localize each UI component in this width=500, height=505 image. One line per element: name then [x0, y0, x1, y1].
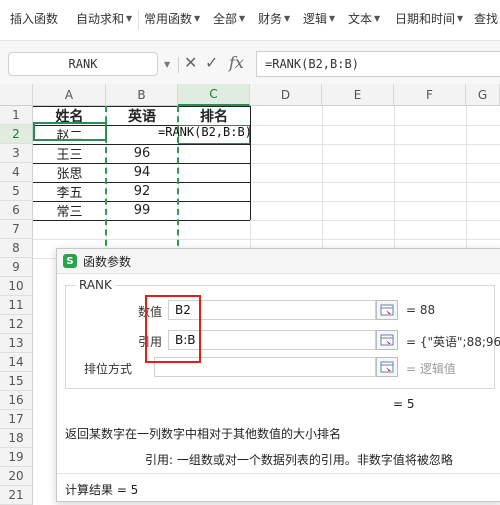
ribbon-divider [138, 10, 139, 30]
ribbon-toolbar: 插入函数 自动求和 ▼ 常用函数 ▼ 全部 ▼ 财务 ▼ 逻辑 ▼ 文本 ▼ 日… [0, 0, 500, 40]
range-select-icon [380, 334, 394, 346]
arg-result-order: = 逻辑值 [406, 362, 456, 376]
row-header[interactable]: 14 [0, 353, 33, 372]
ribbon-label: 逻辑 [303, 11, 328, 26]
range-select-icon [380, 304, 394, 316]
chevron-down-icon: ▼ [457, 13, 464, 23]
row-header[interactable]: 3 [0, 144, 33, 163]
cell-formula-text[interactable]: =RANK(B2,B:B) [158, 122, 252, 141]
row-header[interactable]: 11 [0, 296, 33, 315]
score-cell[interactable]: 96 [106, 144, 178, 163]
column-header-c[interactable]: C [178, 84, 250, 106]
name-cell[interactable]: 张思 [33, 163, 106, 182]
wps-logo-icon: S [63, 254, 77, 268]
active-cell-border [33, 122, 107, 141]
collapse-dialog-button[interactable] [376, 330, 398, 350]
row-header[interactable]: 15 [0, 372, 33, 391]
column-header-g[interactable]: G [466, 84, 500, 106]
ribbon-label: 插入函数 [10, 11, 59, 26]
arg-label-order: 排位方式 [83, 362, 132, 376]
autosum-menu[interactable]: 自动求和 ▼ [76, 0, 132, 36]
row-header[interactable]: 21 [0, 486, 33, 505]
highlight-box [145, 295, 201, 363]
formula-input[interactable]: =RANK(B2,B:B) [256, 51, 500, 77]
formula-bar: RANK ▼ ✕ ✓ fx =RANK(B2,B:B) [0, 40, 500, 86]
arguments-group: RANK 数值 B2 = 88 引用 B:B = {"英语";88;96;94 … [65, 278, 500, 389]
column-header-f[interactable]: F [394, 84, 466, 106]
ribbon-label: 全部 [213, 11, 238, 26]
row-header[interactable]: 18 [0, 429, 33, 448]
chevron-down-icon: ▼ [239, 13, 246, 23]
dialog-title: 函数参数 [83, 254, 132, 269]
row-header[interactable]: 9 [0, 258, 33, 277]
date-time-menu[interactable]: 日期和时间 ▼ [395, 0, 463, 36]
insert-function-button[interactable]: 插入函数 [10, 0, 58, 36]
row-header[interactable]: 17 [0, 410, 33, 429]
score-cell[interactable]: 99 [106, 201, 178, 220]
table-border [33, 220, 250, 221]
confirm-icon[interactable]: ✓ [205, 53, 218, 72]
lookup-menu[interactable]: 查找 [474, 0, 498, 36]
name-cell[interactable]: 李五 [33, 182, 106, 201]
arg-result-number: = 88 [406, 303, 436, 317]
ribbon-label: 财务 [258, 11, 283, 26]
function-result: = 5 [393, 397, 415, 411]
score-cell[interactable]: 94 [106, 163, 178, 182]
name-cell[interactable]: 王三 [33, 144, 106, 163]
row-header[interactable]: 4 [0, 163, 33, 182]
collapse-dialog-button[interactable] [376, 300, 398, 320]
common-functions-menu[interactable]: 常用函数 ▼ [144, 0, 200, 36]
column-header-e[interactable]: E [322, 84, 394, 106]
chevron-down-icon: ▼ [329, 13, 336, 23]
row-header[interactable]: 5 [0, 182, 33, 201]
row-header[interactable]: 1 [0, 106, 33, 125]
column-header-b[interactable]: B [106, 84, 178, 106]
gridline [33, 239, 500, 240]
ribbon-label: 常用函数 [144, 11, 193, 26]
calculation-result: 计算结果 = 5 [65, 483, 139, 497]
chevron-down-icon[interactable]: ▼ [164, 60, 170, 69]
name-cell[interactable]: 常三 [33, 201, 106, 220]
ribbon-label: 自动求和 [76, 11, 125, 26]
financial-menu[interactable]: 财务 ▼ [258, 0, 290, 36]
chevron-down-icon: ▼ [194, 13, 201, 23]
dialog-title-bar[interactable]: S 函数参数 [57, 249, 500, 274]
row-header[interactable]: 13 [0, 334, 33, 353]
dialog-divider [57, 473, 500, 474]
logical-menu[interactable]: 逻辑 ▼ [303, 0, 335, 36]
row-header[interactable]: 19 [0, 448, 33, 467]
ribbon-label: 查找 [474, 11, 499, 26]
argument-help-text: 引用: 一组数或对一个数据列表的引用。非数字值将被忽略 [145, 453, 453, 467]
collapse-dialog-button[interactable] [376, 357, 398, 377]
ribbon-label: 文本 [348, 11, 373, 26]
function-description: 返回某数字在一列数字中相对于其他数值的大小排名 [65, 427, 342, 441]
row-header[interactable]: 7 [0, 220, 33, 239]
chevron-down-icon: ▼ [126, 13, 133, 23]
all-functions-menu[interactable]: 全部 ▼ [213, 0, 245, 36]
select-all-corner[interactable] [0, 84, 33, 106]
ribbon-label: 日期和时间 [395, 11, 456, 26]
function-name-legend: RANK [76, 278, 115, 292]
row-header[interactable]: 8 [0, 239, 33, 258]
row-header[interactable]: 16 [0, 391, 33, 410]
row-header[interactable]: 20 [0, 467, 33, 486]
formula-bar-divider [178, 57, 179, 73]
row-header[interactable]: 2 [0, 125, 33, 144]
column-header-d[interactable]: D [250, 84, 322, 106]
text-menu[interactable]: 文本 ▼ [348, 0, 380, 36]
score-cell[interactable]: 92 [106, 182, 178, 201]
function-arguments-dialog: S 函数参数 RANK 数值 B2 = 88 引用 B:B = {"英语";88… [56, 248, 500, 502]
chevron-down-icon: ▼ [374, 13, 381, 23]
name-box[interactable]: RANK [8, 52, 158, 76]
arg-result-ref: = {"英语";88;96;94 [406, 335, 500, 349]
row-header[interactable]: 6 [0, 201, 33, 220]
row-header[interactable]: 10 [0, 277, 33, 296]
cancel-icon[interactable]: ✕ [184, 53, 197, 72]
row-header[interactable]: 12 [0, 315, 33, 334]
column-header-a[interactable]: A [33, 84, 106, 106]
fx-icon[interactable]: fx [229, 53, 244, 72]
range-select-icon [380, 361, 394, 373]
chevron-down-icon: ▼ [284, 13, 291, 23]
